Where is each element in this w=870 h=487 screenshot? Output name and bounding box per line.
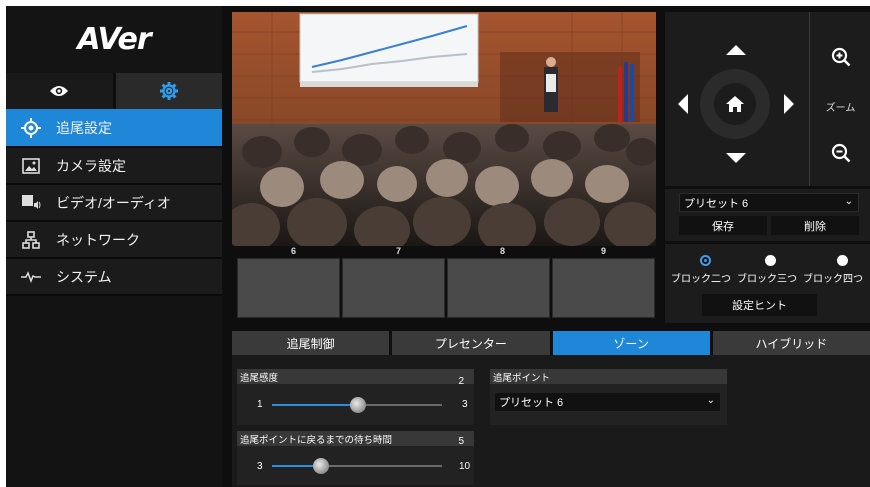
thumb-label-6: 6 xyxy=(291,246,297,256)
tracking-point-group: 追尾ポイント プリセット 6 ⌄ xyxy=(490,369,727,425)
preset-thumbnail[interactable] xyxy=(552,258,655,318)
settings-menu: 追尾設定 カメラ設定 ビデオ/オーディオ ネットワーク システム xyxy=(6,109,222,296)
gear-icon xyxy=(159,82,178,100)
radio-blocks-two[interactable] xyxy=(700,255,711,266)
video-audio-icon xyxy=(20,194,42,212)
aver-logo: AVer xyxy=(6,6,222,72)
pulse-icon xyxy=(20,268,42,286)
chevron-down-icon: ⌄ xyxy=(844,196,853,207)
tab-live-view[interactable] xyxy=(6,73,113,109)
radio-blocks-four[interactable] xyxy=(837,255,848,266)
delete-preset-button[interactable]: 削除 xyxy=(771,216,859,235)
preset-thumbnail-labels: 6 7 8 9 xyxy=(232,246,656,258)
tracking-point-select[interactable]: プリセット 6 ⌄ xyxy=(495,393,720,411)
menu-item-label: ビデオ/オーディオ xyxy=(56,194,171,211)
wait-time-slider-track[interactable] xyxy=(272,465,442,467)
preset-panel: プリセット 6 ⌄ 保存 削除 xyxy=(665,189,870,241)
preset-select[interactable]: プリセット 6 ⌄ xyxy=(679,193,859,212)
tilt-up-button[interactable] xyxy=(724,43,748,57)
tab-hybrid[interactable]: ハイブリッド xyxy=(712,331,870,355)
zoom-out-button[interactable] xyxy=(810,128,870,178)
app-window: AVer 追尾設定 カメラ設定 ビデオ/オーディオ ネットワーク システム 6 … xyxy=(6,6,870,487)
sensitivity-title: 追尾感度 xyxy=(237,369,474,384)
sensitivity-slider-fill xyxy=(272,404,357,406)
radio-label-two: ブロック二つ xyxy=(671,274,731,285)
sensitivity-max: 3 xyxy=(462,399,468,410)
tilt-down-button[interactable] xyxy=(724,151,748,165)
chevron-down-icon: ⌄ xyxy=(706,395,715,406)
sensitivity-value: 2 xyxy=(458,376,464,387)
tab-zone[interactable]: ゾーン xyxy=(552,331,710,355)
live-video-preview[interactable] xyxy=(232,12,656,246)
wait-time-value: 5 xyxy=(458,436,464,447)
menu-item-label: システム xyxy=(56,268,112,285)
thumb-label-9: 9 xyxy=(601,246,607,256)
tab-presenter[interactable]: プレセンター xyxy=(392,331,550,355)
arrow-down-icon xyxy=(726,153,746,163)
preset-selected-value: プリセット 6 xyxy=(684,197,749,210)
preset-thumbnail[interactable] xyxy=(342,258,445,318)
radio-blocks-three[interactable] xyxy=(765,255,776,266)
zoom-label: ズーム xyxy=(825,103,856,114)
thumb-label-8: 8 xyxy=(500,246,506,256)
tracking-mode-tabs: 追尾制御 プレセンター ゾーン ハイブリッド xyxy=(232,331,870,355)
radio-label-three: ブロック三つ xyxy=(737,274,797,285)
menu-item-label: カメラ設定 xyxy=(56,157,126,174)
sensitivity-group: 追尾感度 2 1 3 xyxy=(237,369,474,425)
wait-time-title: 追尾ポイントに戻るまでの待ち時間 xyxy=(237,431,474,446)
menu-item-camera[interactable]: カメラ設定 xyxy=(6,148,222,185)
pan-left-button[interactable] xyxy=(676,93,690,115)
ptz-control: ズーム xyxy=(665,12,870,186)
pan-right-button[interactable] xyxy=(782,93,796,115)
menu-item-tracking[interactable]: 追尾設定 xyxy=(6,109,222,148)
sensitivity-min: 1 xyxy=(257,399,263,410)
preset-thumbnail[interactable] xyxy=(447,258,550,318)
zoom-out-icon xyxy=(831,143,850,163)
arrow-right-icon xyxy=(784,94,794,114)
preset-thumbnail[interactable] xyxy=(237,258,340,318)
radio-label-four: ブロック四つ xyxy=(803,274,863,285)
zoom-in-icon xyxy=(831,47,850,67)
menu-item-network[interactable]: ネットワーク xyxy=(6,222,222,259)
sidebar: AVer 追尾設定 カメラ設定 ビデオ/オーディオ ネットワーク システム xyxy=(6,6,222,487)
wait-time-min: 3 xyxy=(257,461,263,472)
block-layout-panel: ブロック二つ ブロック三つ ブロック四つ 設定ヒント xyxy=(665,244,870,323)
setting-hint-button[interactable]: 設定ヒント xyxy=(702,294,817,316)
network-icon xyxy=(20,230,42,249)
image-icon xyxy=(20,157,42,175)
tracking-point-selected-value: プリセット 6 xyxy=(499,397,564,409)
menu-item-system[interactable]: システム xyxy=(6,259,222,296)
preset-thumbnails xyxy=(237,258,655,318)
thumb-label-7: 7 xyxy=(396,246,402,256)
tracking-point-title: 追尾ポイント xyxy=(490,369,727,384)
menu-item-label: ネットワーク xyxy=(56,231,140,248)
wait-time-max: 10 xyxy=(459,461,471,472)
conference-scene xyxy=(232,12,656,246)
pan-tilt-pad xyxy=(665,12,807,186)
eye-icon xyxy=(50,86,69,96)
wait-time-slider-handle[interactable] xyxy=(313,458,329,474)
menu-item-label: 追尾設定 xyxy=(56,119,112,136)
tab-tracking-control[interactable]: 追尾制御 xyxy=(232,331,390,355)
save-preset-button[interactable]: 保存 xyxy=(679,216,767,235)
target-icon xyxy=(20,117,42,138)
zoom-in-button[interactable] xyxy=(810,32,870,82)
arrow-up-icon xyxy=(726,45,746,55)
wait-time-group: 追尾ポイントに戻るまでの待ち時間 5 3 10 xyxy=(237,431,474,485)
zoom-control: ズーム xyxy=(809,12,870,186)
menu-item-video-audio[interactable]: ビデオ/オーディオ xyxy=(6,185,222,222)
zone-settings-panel: 追尾感度 2 1 3 追尾ポイントに戻るまでの待ち時間 5 3 10 追尾ポイン… xyxy=(232,355,870,487)
arrow-left-icon xyxy=(678,94,688,114)
sensitivity-slider-handle[interactable] xyxy=(350,397,366,413)
tab-settings[interactable] xyxy=(115,73,222,109)
home-icon xyxy=(726,96,744,112)
view-tabs xyxy=(6,73,222,109)
logo-text: AVer xyxy=(77,21,151,57)
home-button[interactable] xyxy=(714,83,756,125)
